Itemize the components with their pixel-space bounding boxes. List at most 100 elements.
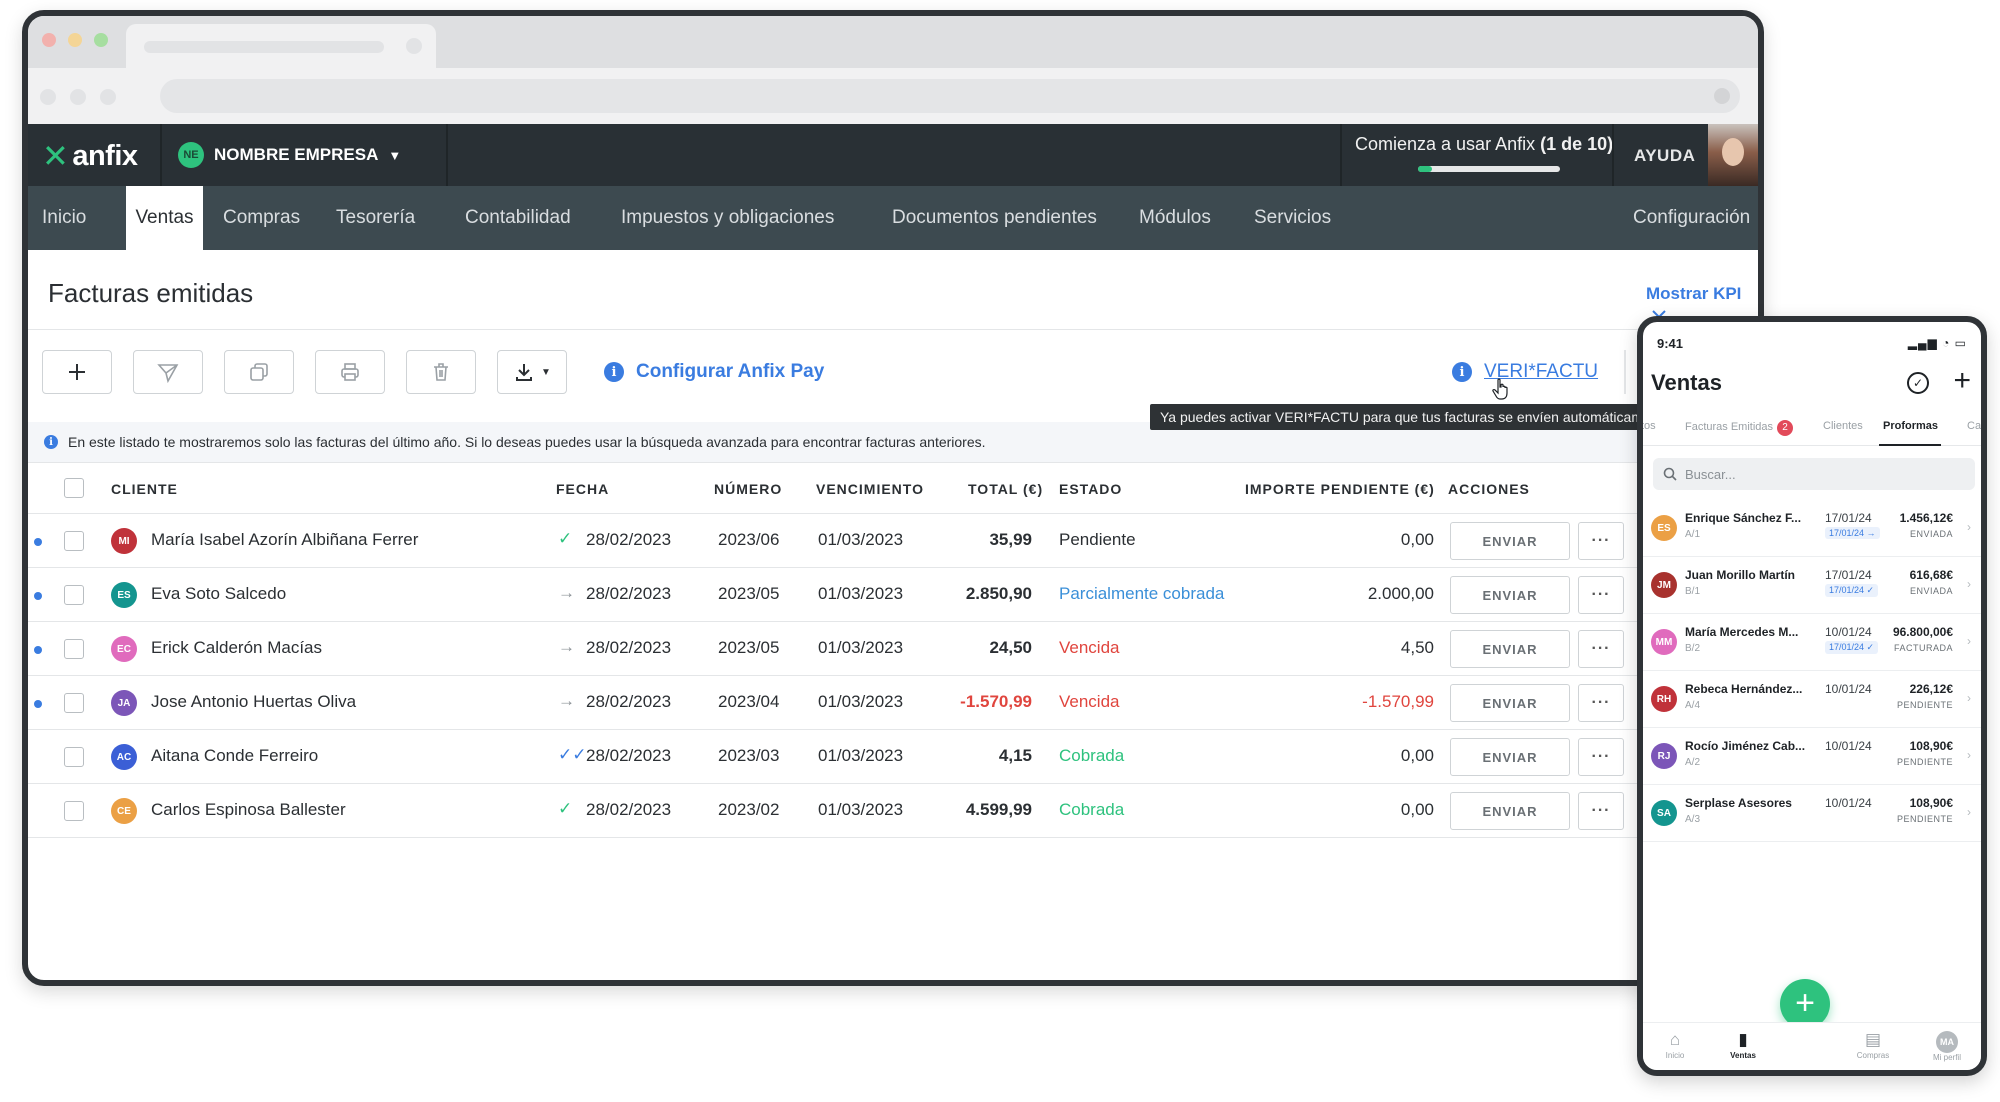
bottom-nav-label: Inicio — [1665, 1051, 1685, 1060]
nav-item-impuestos[interactable]: Impuestos y obligaciones — [607, 186, 848, 250]
bottom-nav-compras[interactable]: ▤ Compras — [1843, 1029, 1903, 1060]
reload-icon[interactable] — [100, 89, 116, 105]
add-icon[interactable]: + — [1953, 366, 1971, 396]
table-row[interactable]: MI María Isabel Azorín Albiñana Ferrer ✓ 28… — [28, 514, 1758, 568]
minimize-window-button[interactable] — [68, 33, 82, 47]
column-header-date[interactable]: FECHA — [556, 481, 609, 497]
more-actions-button[interactable]: ··· — [1578, 738, 1624, 776]
close-window-button[interactable] — [42, 33, 56, 47]
nav-item-modulos[interactable]: Módulos — [1125, 186, 1225, 250]
help-button[interactable]: AYUDA — [1634, 146, 1695, 166]
send-invoice-button[interactable]: ENVIAR — [1450, 738, 1570, 776]
row-checkbox[interactable] — [64, 531, 84, 551]
client-name[interactable]: Erick Calderón Macías — [151, 638, 322, 658]
add-invoice-button[interactable] — [42, 350, 112, 394]
send-button[interactable] — [133, 350, 203, 394]
send-invoice-button[interactable]: ENVIAR — [1450, 522, 1570, 560]
client-name[interactable]: Eva Soto Salcedo — [151, 584, 286, 604]
column-header-client[interactable]: CLIENTE — [111, 481, 178, 497]
nav-item-tesoreria[interactable]: Tesorería — [322, 186, 429, 250]
list-item[interactable]: SA Serplase Asesores A/3 10/01/24 108,90€ PEN… — [1643, 785, 1981, 842]
duplicate-button[interactable] — [224, 350, 294, 394]
select-all-checkbox[interactable] — [64, 478, 84, 498]
address-bar[interactable] — [160, 79, 1740, 113]
tab-count-badge: 2 — [1777, 420, 1794, 436]
list-item[interactable]: JM Juan Morillo Martín B/1 17/01/24 17/01/24… — [1643, 557, 1981, 614]
nav-item-contabilidad[interactable]: Contabilidad — [451, 186, 585, 250]
phone-tab-partial[interactable]: tos — [1643, 420, 1656, 432]
chevron-right-icon: › — [1967, 805, 1971, 819]
table-row[interactable]: CE Carlos Espinosa Ballester ✓ 28/02/2023 20… — [28, 784, 1758, 838]
column-header-status[interactable]: ESTADO — [1059, 481, 1122, 497]
close-tab-icon[interactable] — [406, 38, 422, 54]
table-row[interactable]: JA Jose Antonio Huertas Oliva → 28/02/2023 2… — [28, 676, 1758, 730]
table-header: CLIENTE FECHA NÚMERO VENCIMIENTO TOTAL (… — [28, 462, 1758, 514]
anfix-logo[interactable]: ✕ anfix — [42, 137, 138, 175]
list-item[interactable]: RJ Rocío Jiménez Cab... A/2 10/01/24 108,90€… — [1643, 728, 1981, 785]
list-item[interactable]: RH Rebeca Hernández... A/4 10/01/24 226,12€ P… — [1643, 671, 1981, 728]
send-invoice-button[interactable]: ENVIAR — [1450, 684, 1570, 722]
user-avatar[interactable] — [1708, 124, 1758, 186]
column-header-due[interactable]: VENCIMIENTO — [816, 481, 924, 497]
nav-item-configuracion[interactable]: Configuración — [1619, 186, 1758, 250]
table-row[interactable]: EC Erick Calderón Macías → 28/02/2023 2023/0… — [28, 622, 1758, 676]
row-checkbox[interactable] — [64, 693, 84, 713]
list-item[interactable]: MM María Mercedes M... B/2 10/01/24 17/01/24… — [1643, 614, 1981, 671]
more-actions-button[interactable]: ··· — [1578, 630, 1624, 668]
nav-item-servicios[interactable]: Servicios — [1240, 186, 1345, 250]
row-checkbox[interactable] — [64, 747, 84, 767]
client-name[interactable]: Aitana Conde Ferreiro — [151, 746, 318, 766]
client-avatar: ES — [1651, 515, 1677, 541]
column-header-number[interactable]: NÚMERO — [714, 481, 782, 497]
nav-item-documentos-pendientes[interactable]: Documentos pendientes — [878, 186, 1111, 250]
print-button[interactable] — [315, 350, 385, 394]
browser-tab[interactable] — [126, 24, 436, 68]
onboarding-link[interactable]: Comienza a usar Anfix (1 de 10) — [1355, 134, 1613, 155]
more-actions-button[interactable]: ··· — [1578, 522, 1624, 560]
invoice-date: 28/02/2023 — [586, 584, 672, 603]
forward-icon[interactable] — [70, 89, 86, 105]
phone-tab-partial-right[interactable]: Ca — [1967, 420, 1981, 432]
caret-down-icon: ▼ — [388, 147, 402, 163]
table-row[interactable]: ES Eva Soto Salcedo → 28/02/2023 2023/05 01/0… — [28, 568, 1758, 622]
configure-anfix-pay-link[interactable]: i Configurar Anfix Pay — [604, 361, 824, 383]
nav-item-ventas[interactable]: Ventas — [126, 186, 203, 250]
company-selector[interactable]: NE NOMBRE EMPRESA ▼ — [178, 142, 401, 168]
phone-search-input[interactable]: Buscar... — [1653, 458, 1975, 490]
download-dropdown-button[interactable]: ▼ — [497, 350, 567, 394]
verifactu-link[interactable]: i VERI*FACTU — [1452, 361, 1598, 383]
proforma-code: B/1 — [1685, 586, 1701, 597]
maximize-window-button[interactable] — [94, 33, 108, 47]
bottom-nav-inicio[interactable]: ⌂ Inicio — [1645, 1029, 1705, 1060]
send-invoice-button[interactable]: ENVIAR — [1450, 576, 1570, 614]
sent-date-chip: 17/01/24 → — [1825, 527, 1880, 539]
more-actions-button[interactable]: ··· — [1578, 576, 1624, 614]
column-header-pending[interactable]: IMPORTE PENDIENTE (€) — [1245, 481, 1435, 497]
back-icon[interactable] — [40, 89, 56, 105]
client-name[interactable]: Jose Antonio Huertas Oliva — [151, 692, 356, 712]
row-checkbox[interactable] — [64, 585, 84, 605]
send-invoice-button[interactable]: ENVIAR — [1450, 630, 1570, 668]
row-checkbox[interactable] — [64, 801, 84, 821]
row-checkbox[interactable] — [64, 639, 84, 659]
list-item[interactable]: ES Enrique Sánchez F... A/1 17/01/24 17/01/2… — [1643, 500, 1981, 557]
unread-indicator — [34, 592, 42, 600]
table-row[interactable]: AC Aitana Conde Ferreiro ✓✓ 28/02/2023 2023/… — [28, 730, 1758, 784]
bottom-nav-mi-perfil[interactable]: MA Mi perfil — [1917, 1029, 1977, 1062]
phone-tab-clientes[interactable]: Clientes — [1823, 420, 1863, 432]
client-name[interactable]: Carlos Espinosa Ballester — [151, 800, 346, 820]
phone-tab-facturas-emitidas[interactable]: Facturas Emitidas 2 — [1685, 420, 1794, 436]
invoice-total: 35,99 — [989, 530, 1032, 549]
client-name[interactable]: María Isabel Azorín Albiñana Ferrer — [151, 530, 418, 550]
column-header-total[interactable]: TOTAL (€) — [968, 481, 1043, 497]
more-actions-button[interactable]: ··· — [1578, 792, 1624, 830]
more-actions-button[interactable]: ··· — [1578, 684, 1624, 722]
nav-item-inicio[interactable]: Inicio — [28, 186, 100, 250]
nav-item-compras[interactable]: Compras — [209, 186, 314, 250]
phone-tab-proformas[interactable]: Proformas — [1883, 420, 1938, 432]
send-invoice-button[interactable]: ENVIAR — [1450, 792, 1570, 830]
bottom-nav-ventas[interactable]: ▮ Ventas — [1713, 1029, 1773, 1060]
bookmark-icon[interactable] — [1714, 88, 1730, 104]
check-circle-icon[interactable]: ✓ — [1907, 372, 1929, 394]
delete-button[interactable] — [406, 350, 476, 394]
